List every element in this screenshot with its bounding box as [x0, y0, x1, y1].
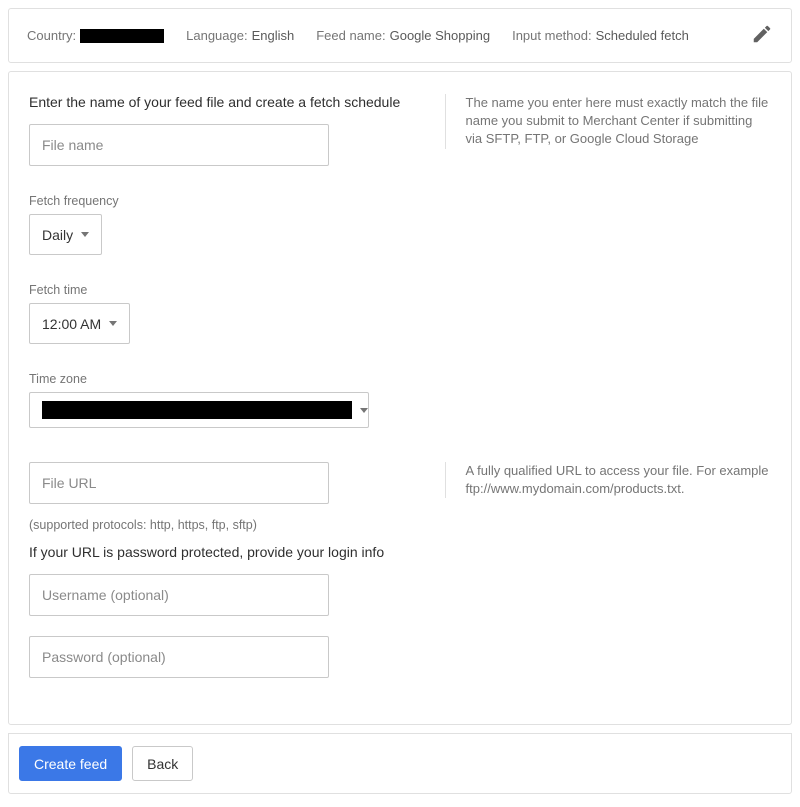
- password-note: If your URL is password protected, provi…: [29, 544, 425, 560]
- summary-language-label: Language:: [186, 28, 247, 43]
- feed-summary-left: Country: Language: English Feed name: Go…: [27, 28, 689, 43]
- summary-feed-name-value: Google Shopping: [390, 28, 490, 43]
- time-zone-label: Time zone: [29, 372, 771, 386]
- feed-form-panel: Enter the name of your feed file and cre…: [8, 71, 792, 725]
- protocols-hint: (supported protocols: http, https, ftp, …: [29, 518, 425, 532]
- chevron-down-icon: [360, 408, 368, 413]
- file-name-row: Enter the name of your feed file and cre…: [29, 94, 771, 166]
- fetch-time-select[interactable]: 12:00 AM: [29, 303, 130, 344]
- fetch-frequency-label: Fetch frequency: [29, 194, 771, 208]
- fetch-time-value: 12:00 AM: [42, 316, 101, 332]
- time-zone-select[interactable]: [29, 392, 369, 428]
- summary-country-label: Country:: [27, 28, 76, 43]
- summary-country-value-redacted: [80, 29, 164, 43]
- password-input[interactable]: [29, 636, 329, 678]
- summary-input-method-value: Scheduled fetch: [596, 28, 689, 43]
- summary-language: Language: English: [186, 28, 294, 43]
- auth-block: [29, 574, 425, 698]
- file-url-help: A fully qualified URL to access your fil…: [445, 462, 771, 498]
- fetch-frequency-block: Fetch frequency Daily: [29, 194, 771, 255]
- summary-feed-name: Feed name: Google Shopping: [316, 28, 490, 43]
- footer-bar: Create feed Back: [8, 733, 792, 794]
- file-url-row: (supported protocols: http, https, ftp, …: [29, 462, 771, 698]
- edit-icon[interactable]: [751, 23, 773, 48]
- feed-summary-bar: Country: Language: English Feed name: Go…: [8, 8, 792, 63]
- chevron-down-icon: [81, 232, 89, 237]
- summary-language-value: English: [252, 28, 295, 43]
- fetch-frequency-value: Daily: [42, 227, 73, 243]
- summary-feed-name-label: Feed name:: [316, 28, 385, 43]
- fetch-frequency-select[interactable]: Daily: [29, 214, 102, 255]
- file-name-input[interactable]: [29, 124, 329, 166]
- summary-input-method: Input method: Scheduled fetch: [512, 28, 689, 43]
- fetch-time-label: Fetch time: [29, 283, 771, 297]
- file-name-help: The name you enter here must exactly mat…: [445, 94, 771, 149]
- create-feed-button[interactable]: Create feed: [19, 746, 122, 781]
- chevron-down-icon: [109, 321, 117, 326]
- fetch-time-block: Fetch time 12:00 AM: [29, 283, 771, 344]
- summary-country: Country:: [27, 28, 164, 43]
- time-zone-block: Time zone: [29, 372, 771, 428]
- file-url-input[interactable]: [29, 462, 329, 504]
- summary-input-method-label: Input method:: [512, 28, 592, 43]
- back-button[interactable]: Back: [132, 746, 193, 781]
- form-title: Enter the name of your feed file and cre…: [29, 94, 425, 110]
- username-input[interactable]: [29, 574, 329, 616]
- time-zone-value-redacted: [42, 401, 352, 419]
